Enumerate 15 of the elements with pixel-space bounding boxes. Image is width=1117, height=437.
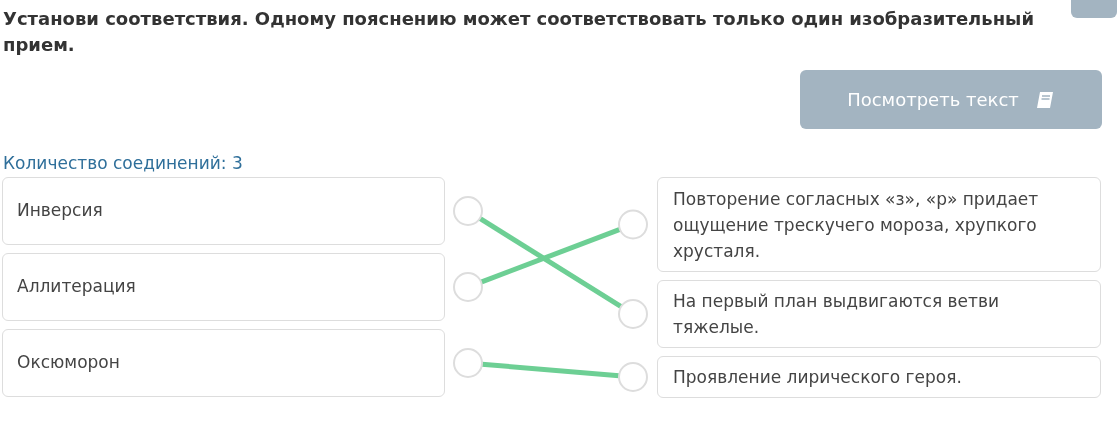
explanation-card[interactable]: Повторение согласных «з», «р» придает ощущение трескучего мороза, хрупкого хрусталя. (657, 177, 1101, 272)
connection-point[interactable] (453, 196, 483, 226)
connection-point[interactable] (453, 348, 483, 378)
connection-point[interactable] (453, 272, 483, 302)
connection-point[interactable] (618, 299, 648, 329)
book-icon (1034, 89, 1055, 110)
task-instruction: Установи соответствия. Одному пояснению может соответствовать только один изобразительный прием. (3, 7, 1035, 57)
connection-point[interactable] (618, 362, 648, 392)
explanation-card[interactable]: На первый план выдвигаются ветви тяжелые. (657, 280, 1101, 348)
term-card[interactable]: Инверсия (2, 177, 445, 245)
explanation-card[interactable]: Проявление лирического героя. (657, 356, 1101, 398)
term-card[interactable]: Оксюморон (2, 329, 445, 397)
connection-count: Количество соединений: 3 (2, 152, 244, 175)
term-card[interactable]: Аллитерация (2, 253, 445, 321)
connection-point[interactable] (618, 209, 648, 240)
